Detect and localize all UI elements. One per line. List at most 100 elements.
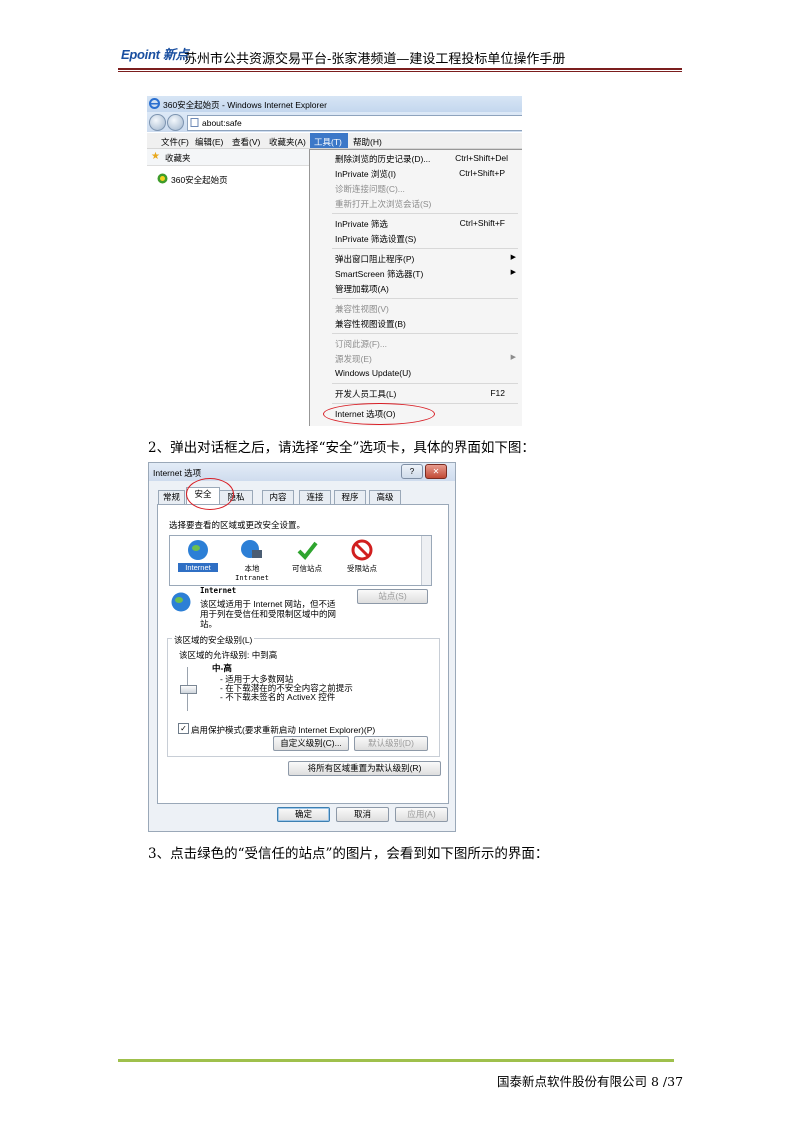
forward-button[interactable] — [167, 114, 184, 131]
menu-favorites[interactable]: 收藏夹(A) — [269, 136, 306, 148]
zone-list: Internet 本地 Intranet 可信站点 受限站点 — [169, 535, 432, 586]
ie-window-title: 360安全起始页 - Windows Internet Explorer — [163, 100, 327, 110]
apply-button[interactable]: 应用(A) — [395, 807, 448, 822]
dialog-title-bar: Internet 选项 ? ✕ — [149, 463, 455, 481]
tab-label: 程序 — [341, 492, 359, 502]
tab-content[interactable]: 内容 — [262, 490, 294, 504]
tab-general[interactable]: 常规 — [158, 490, 185, 504]
zone-intranet[interactable]: 本地 Intranet — [230, 539, 274, 582]
menu-item-compat-settings[interactable]: 兼容性视图设置(B) — [335, 318, 406, 331]
menu-item-inprivate-filter[interactable]: InPrivate 筛选 — [335, 218, 388, 231]
menu-file[interactable]: 文件(F) — [161, 136, 189, 148]
header-rule-thin — [118, 71, 682, 72]
protected-mode-checkbox[interactable]: ✓ — [178, 723, 189, 734]
ie-logo-icon — [149, 98, 160, 109]
close-button[interactable]: ✕ — [425, 464, 447, 479]
menu-item-compat-view: 兼容性视图(V) — [335, 303, 389, 316]
zone-restricted[interactable]: 受限站点 — [340, 539, 384, 574]
internet-options-dialog: Internet 选项 ? ✕ 常规 安全 隐私 内容 连接 程序 高级 选择要… — [148, 462, 456, 832]
menu-item-label: 删除浏览的历史记录(D)... — [335, 154, 431, 164]
menu-item-label: InPrivate 浏览(I) — [335, 169, 396, 179]
favorites-label[interactable]: 收藏夹 — [165, 152, 191, 164]
zone-restricted-label: 受限站点 — [347, 564, 377, 573]
menu-item-inprivate-browsing[interactable]: InPrivate 浏览(I) — [335, 168, 396, 181]
tab-label: 内容 — [269, 492, 287, 502]
menu-item-delete-history[interactable]: 删除浏览的历史记录(D)... — [335, 153, 430, 166]
menu-tools-label: 工具(T) — [314, 137, 342, 147]
security-level-group: 该区域的安全级别(L) 该区域的允许级别: 中到高 中-高 - 适用于大多数网站… — [167, 634, 440, 757]
highlight-oval — [323, 403, 435, 425]
zone-scrollbar[interactable] — [421, 536, 431, 585]
cancel-button[interactable]: 取消 — [336, 807, 389, 822]
tab-label: 常规 — [162, 492, 180, 502]
default-level-button[interactable]: 默认级别(D) — [354, 736, 428, 751]
menu-item-inprivate-filter-settings[interactable]: InPrivate 筛选设置(S) — [335, 233, 416, 246]
favorites-bar: ★ 收藏夹 — [147, 149, 309, 166]
tab-360-label: 360安全起始页 — [171, 175, 228, 185]
menu-item-popup-blocker[interactable]: 弹出窗口阻止程序(P) — [335, 253, 414, 266]
back-button[interactable] — [149, 114, 166, 131]
ok-button[interactable]: 确定 — [277, 807, 330, 822]
menu-item-label: 诊断连接问题(C)... — [335, 184, 405, 194]
tab-connections[interactable]: 连接 — [299, 490, 331, 504]
zone-internet-label: Internet — [178, 563, 218, 572]
globe-icon — [188, 540, 208, 560]
epoint-logo: Epoint 新点 — [121, 47, 189, 62]
custom-level-button[interactable]: 自定义级别(C)... — [273, 736, 349, 751]
reset-all-zones-button[interactable]: 将所有区域重置为默认级别(R) — [288, 761, 441, 776]
menu-item-label: 管理加载项(A) — [335, 284, 389, 294]
submenu-arrow-icon: ▶ — [510, 254, 516, 261]
level-bullet-3: - 不下载未签名的 ActiveX 控件 — [220, 692, 336, 702]
allowed-levels: 该区域的允许级别: 中到高 — [179, 650, 278, 660]
submenu-arrow-icon: ▶ — [510, 354, 516, 361]
menu-item-windows-update[interactable]: Windows Update(U) — [335, 368, 411, 381]
menu-item-label: 开发人员工具(L) — [335, 389, 397, 399]
instruction-step-2: 2、弹出对话框之后，请选择“安全”选项卡，具体的界面如下图： — [148, 440, 535, 456]
zone-trusted[interactable]: 可信站点 — [285, 539, 329, 574]
protected-mode-label: 启用保护模式(要求重新启动 Internet Explorer)(P) — [191, 725, 376, 735]
globe-icon — [171, 592, 191, 612]
security-panel: 选择要查看的区域或更改安全设置。 Internet 本地 Intranet 可信… — [157, 504, 449, 804]
menu-item-label: 兼容性视图(V) — [335, 304, 389, 314]
help-button[interactable]: ? — [401, 464, 423, 479]
menu-item-label: 弹出窗口阻止程序(P) — [335, 254, 415, 264]
separator — [332, 298, 518, 299]
menu-item-dev-tools[interactable]: 开发人员工具(L) — [335, 388, 396, 401]
selected-zone-name: Internet — [200, 586, 237, 595]
level-slider-thumb[interactable] — [180, 685, 197, 694]
menu-item-label: InPrivate 筛选设置(S) — [335, 234, 417, 244]
menu-edit[interactable]: 编辑(E) — [195, 136, 223, 148]
header-rule — [118, 68, 682, 70]
menu-item-label: Windows Update(U) — [335, 368, 412, 378]
menu-item-reopen-session: 重新打开上次浏览会话(S) — [335, 198, 431, 211]
menu-item-label: SmartScreen 筛选器(T) — [335, 269, 424, 279]
submenu-arrow-icon: ▶ — [510, 269, 516, 276]
menu-item-smartscreen[interactable]: SmartScreen 筛选器(T) — [335, 268, 423, 281]
header-title: 苏州市公共资源交易平台-张家港频道—建设工程投标单位操作手册 — [184, 52, 566, 67]
menu-help[interactable]: 帮助(H) — [353, 136, 382, 148]
zone-internet[interactable]: Internet — [178, 539, 218, 572]
separator — [332, 248, 518, 249]
ie-screenshot: 360安全起始页 - Windows Internet Explorer abo… — [147, 96, 522, 426]
shortcut: Ctrl+Shift+Del — [455, 153, 508, 163]
menu-item-manage-addons[interactable]: 管理加载项(A) — [335, 283, 389, 296]
menu-item-subscribe-feed: 订阅此源(F)... — [335, 338, 387, 351]
zone-intranet-label: 本地 — [244, 564, 260, 573]
separator — [332, 333, 518, 334]
ie-menu-bar: 文件(F) 编辑(E) 查看(V) 收藏夹(A) 工具(T) 帮助(H) — [147, 133, 522, 149]
footer-rule — [118, 1059, 674, 1062]
group-label: 该区域的安全级别(L) — [172, 634, 255, 646]
zone-instruction: 选择要查看的区域或更改安全设置。 — [169, 520, 306, 530]
ie-title-bar: 360安全起始页 - Windows Internet Explorer — [147, 96, 522, 112]
sites-button[interactable]: 站点(S) — [357, 589, 428, 604]
green-checkmark-icon — [297, 541, 318, 561]
zone-description: 该区域适用于 Internet 网站，但不适用于列在受信任和受限制区域中的网站。 — [200, 599, 337, 629]
tab-programs[interactable]: 程序 — [334, 490, 366, 504]
address-bar[interactable]: about:safe — [187, 115, 522, 131]
menu-item-label: 订阅此源(F)... — [335, 339, 387, 349]
tab-advanced[interactable]: 高级 — [369, 490, 401, 504]
shortcut: Ctrl+Shift+F — [459, 218, 505, 228]
menu-tools[interactable]: 工具(T) — [310, 133, 348, 148]
360-logo-icon — [157, 173, 168, 184]
menu-view[interactable]: 查看(V) — [232, 136, 260, 148]
